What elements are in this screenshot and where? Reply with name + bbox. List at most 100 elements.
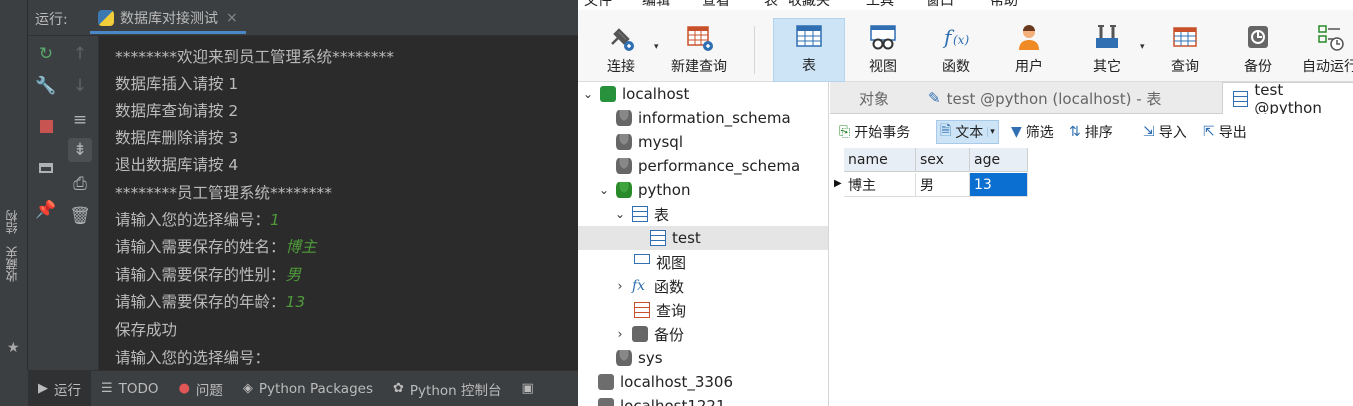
function-icon: f (x) [941,22,971,52]
tools-icon [1092,22,1122,52]
run-config-tab[interactable]: 数据库对接测试 × [90,4,246,34]
connect-dropdown-icon[interactable]: ▾ [654,42,659,52]
pin-icon[interactable]: 📌 [34,198,58,222]
auto-run-button[interactable]: 自动运行 [1300,18,1353,82]
export-button[interactable]: ⇱ 导出 [1200,120,1250,144]
table-cell-sex[interactable]: 男 [916,173,970,197]
tree-node-localhost-3306[interactable]: localhost_3306 [598,370,733,394]
console-line-3: 数据库删除请按 3 [115,129,239,147]
text-view-button[interactable]: 🗎 文本 ▾ [936,120,999,144]
tree-node-queries[interactable]: 查询 [634,298,686,322]
view-button[interactable]: 视图 [860,18,906,82]
tree-node-localhost[interactable]: ⌄ localhost [582,82,689,106]
trash-icon[interactable]: 🗑 [68,204,92,228]
other-button[interactable]: 其它 [1084,18,1130,82]
layout-icon[interactable] [34,156,58,180]
column-header-name[interactable]: name [844,148,916,172]
backup-button[interactable]: 备份 [1235,18,1281,82]
expanded-chevron-icon[interactable]: ⌄ [614,207,626,221]
other-dropdown-icon[interactable]: ▾ [1140,42,1145,52]
favorites-tool-tab[interactable]: 收藏夹 [3,246,20,282]
filter-button[interactable]: ▼ 筛选 [1008,120,1057,144]
query-icon [634,302,650,318]
function-icon: fx [632,278,646,294]
down-arrow-icon[interactable]: ↓ [68,74,92,98]
tree-node-python[interactable]: ⌄ python [598,178,691,202]
tree-node-views[interactable]: 视图 [634,250,686,274]
connection-tree: ⌄ localhost information_schema mysql per… [578,82,829,406]
collapsed-chevron-icon[interactable]: › [614,279,626,293]
run-tool-tab[interactable]: ▶ 运行 [28,371,91,406]
rerun-icon[interactable]: ↻ [34,42,58,66]
python-console-tool-tab[interactable]: ✿ Python 控制台 [383,371,512,406]
begin-transaction-button[interactable]: ⎘ 开始事务 [836,120,913,144]
sort-icon: ⇅ [1069,124,1081,140]
up-arrow-icon[interactable]: ↑ [68,42,92,66]
tree-node-backups[interactable]: › 备份 [614,322,684,346]
terminal-tool-tab[interactable]: ▣ [511,371,543,406]
tree-node-localhost1221[interactable]: localhost1221 [598,394,726,406]
import-button[interactable]: ⇲ 导入 [1140,120,1190,144]
connect-button[interactable]: 连接 [598,18,644,82]
soft-wrap-icon[interactable]: ≡ [68,108,92,132]
wrench-icon[interactable]: 🔧 [34,74,58,98]
table-cell-age[interactable]: 13 [970,173,1028,197]
menu-tools[interactable]: 工具 [866,0,894,10]
tree-node-performance-schema[interactable]: performance_schema [616,154,800,178]
tree-node-tables[interactable]: ⌄ 表 [614,202,669,226]
menu-file[interactable]: 文件 [584,0,612,10]
console-line-6: 请输入您的选择编号：1 [115,211,280,229]
collapsed-chevron-icon[interactable]: › [614,327,626,341]
desktop: 结构 收藏夹 ★ 运行: 数据库对接测试 × ↻ 🔧 📌 ↑ ↓ ≡ ⇟ ⎙ 🗑… [0,0,1353,406]
python-packages-tool-tab[interactable]: ◈ Python Packages [233,371,383,406]
menu-table[interactable]: 表 [764,0,778,10]
run-label: 运行: [35,12,68,28]
edit-table-icon: ✎ [928,89,941,107]
user-button[interactable]: 用户 [1006,18,1052,82]
user-icon [1014,22,1044,52]
data-grid[interactable]: name sex age ▶ 博主 男 13 [830,148,1353,406]
function-button[interactable]: f (x) 函数 [933,18,979,82]
import-icon: ⇲ [1143,124,1155,140]
navicat-window: 文件 编辑 查看 表 收藏夹 工具 窗口 帮助 连接 ▾ 新建查询 表 视图 f… [578,0,1353,406]
close-tab-icon[interactable]: × [226,10,238,26]
column-header-sex[interactable]: sex [916,148,970,172]
menu-edit[interactable]: 编辑 [642,0,670,10]
tab-table-data[interactable]: test @python [1222,81,1353,117]
table-icon [632,206,648,222]
connection-icon [598,398,614,406]
query-button[interactable]: 查询 [1162,18,1208,82]
stop-icon[interactable] [34,114,58,138]
print-icon[interactable]: ⎙ [68,172,92,196]
scroll-to-end-icon[interactable]: ⇟ [68,138,92,162]
menu-help[interactable]: 帮助 [990,0,1018,10]
new-query-button[interactable]: 新建查询 [666,18,732,82]
expanded-chevron-icon[interactable]: ⌄ [598,183,610,197]
console-output[interactable]: ********欢迎来到员工管理系统******** 数据库插入请按 1 数据库… [100,36,578,370]
toolbar-separator [754,26,755,74]
tree-node-functions[interactable]: › fx 函数 [614,274,684,298]
menu-window[interactable]: 窗口 [926,0,954,10]
tab-objects[interactable]: 对象 [830,82,918,114]
console-line-4: 退出数据库请按 4 [115,156,239,174]
expanded-chevron-icon[interactable]: ⌄ [582,87,594,101]
column-header-age[interactable]: age [970,148,1028,172]
table-cell-name[interactable]: 博主 [844,173,916,197]
console-line-2: 数据库查询请按 2 [115,102,239,120]
table-button[interactable]: 表 [773,18,845,82]
tree-node-mysql[interactable]: mysql [616,130,683,154]
tree-node-information-schema[interactable]: information_schema [616,106,791,130]
dropdown-arrow-icon[interactable]: ▾ [987,127,995,137]
todo-tool-tab[interactable]: ☰ TODO [91,371,169,406]
menu-view[interactable]: 查看 [702,0,730,10]
tab-table-design[interactable]: ✎ test @python (localhost) - 表 [918,82,1222,114]
tree-node-sys[interactable]: sys [616,346,663,370]
tree-node-test[interactable]: test [578,226,828,250]
problems-tool-tab[interactable]: ● 问题 [169,371,233,406]
run-actions-toolbar: ↻ 🔧 📌 [28,36,62,370]
run-header: 运行: 数据库对接测试 × [28,0,578,36]
structure-tool-tab[interactable]: 结构 [3,210,20,234]
menu-favorites[interactable]: 收藏夹 [788,0,830,10]
list-icon: ☰ [101,381,113,396]
sort-button[interactable]: ⇅ 排序 [1066,120,1116,144]
